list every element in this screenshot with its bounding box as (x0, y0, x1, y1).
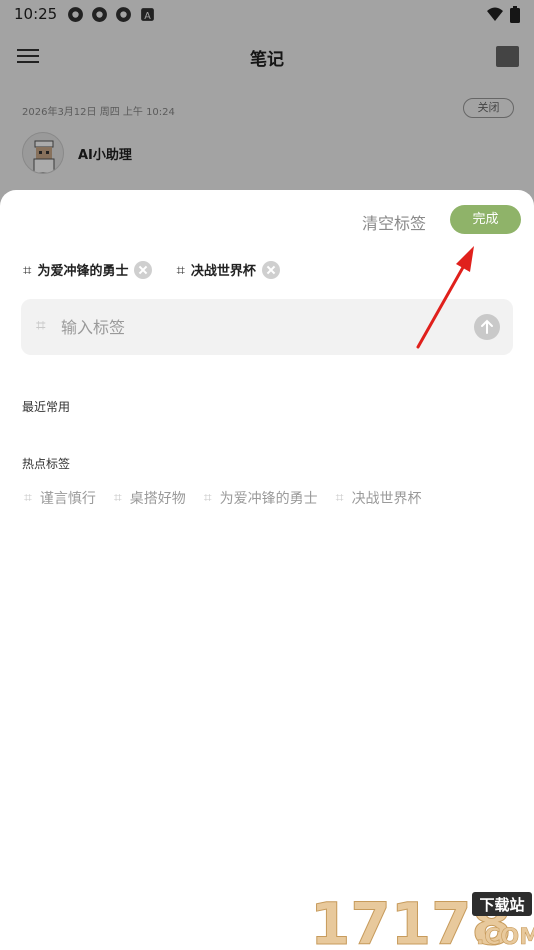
hot-tag-label: 桌搭好物 (129, 491, 186, 507)
hot-tag-label: 为爱冲锋的勇士 (219, 491, 318, 507)
tag-editor-sheet: 清空标签 完成 ⌗ 为爱冲锋的勇士 ⌗ 决战世界杯 ⌗ 最近常用 热点标签 ⌗ … (0, 190, 534, 950)
selected-tag: ⌗ 决战世界杯 (176, 260, 280, 279)
submit-tag-button[interactable] (474, 314, 500, 340)
tag-input-box: ⌗ (21, 299, 513, 355)
recent-tags-title: 最近常用 (22, 400, 71, 414)
selected-tag: ⌗ 为爱冲锋的勇士 (23, 260, 153, 279)
hot-tag[interactable]: ⌗ 谨言慎行 (24, 488, 96, 508)
site-watermark-logo: 17178 下载站 .COM (310, 890, 534, 950)
selected-tag-label: 决战世界杯 (190, 264, 256, 279)
hot-tag-label: 谨言慎行 (39, 491, 96, 507)
hash-icon: ⌗ (203, 490, 212, 506)
hot-tags-title: 热点标签 (22, 457, 71, 471)
remove-tag-icon[interactable] (134, 260, 153, 279)
hot-tags-list: ⌗ 谨言慎行 ⌗ 桌搭好物 ⌗ 为爱冲锋的勇士 ⌗ 决战世界杯 (24, 488, 422, 508)
svg-text:下载站: 下载站 (479, 896, 524, 914)
hash-icon: ⌗ (24, 490, 32, 506)
selected-tags: ⌗ 为爱冲锋的勇士 ⌗ 决战世界杯 (23, 260, 280, 279)
hot-tag[interactable]: ⌗ 为爱冲锋的勇士 (204, 488, 318, 508)
svg-text:.COM: .COM (476, 925, 534, 950)
hash-icon: ⌗ (36, 316, 46, 336)
hash-icon: ⌗ (335, 490, 344, 506)
hash-icon: ⌗ (113, 490, 122, 506)
hash-icon: ⌗ (176, 260, 185, 279)
remove-tag-icon[interactable] (261, 260, 280, 279)
hash-icon: ⌗ (23, 260, 32, 279)
tag-input[interactable] (61, 313, 461, 341)
hot-tag[interactable]: ⌗ 决战世界杯 (336, 488, 422, 508)
done-button[interactable]: 完成 (450, 205, 521, 234)
arrow-up-icon (481, 319, 493, 334)
hot-tag-label: 决战世界杯 (351, 491, 422, 507)
selected-tag-label: 为爱冲锋的勇士 (37, 264, 129, 279)
hot-tag[interactable]: ⌗ 桌搭好物 (114, 488, 186, 508)
clear-tags-button[interactable]: 清空标签 (362, 210, 426, 234)
